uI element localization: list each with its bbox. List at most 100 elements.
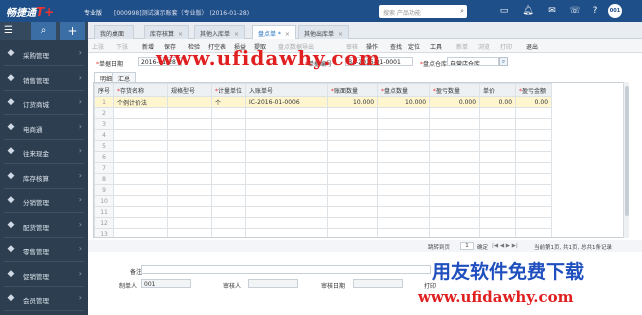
document-tab[interactable]: 其他入库单 × bbox=[194, 25, 246, 39]
toolbar-button[interactable]: 定位 bbox=[408, 42, 420, 51]
empty-cell[interactable] bbox=[327, 129, 379, 141]
empty-cell[interactable] bbox=[429, 118, 481, 130]
table-row[interactable]: 11 bbox=[94, 206, 553, 218]
empty-cell[interactable] bbox=[327, 206, 379, 218]
sidebar-item[interactable]: ◆ 分销管理 › bbox=[0, 189, 88, 213]
empty-cell[interactable] bbox=[429, 107, 481, 119]
help-icon[interactable]: ? bbox=[589, 5, 601, 17]
close-icon[interactable]: × bbox=[178, 31, 183, 38]
document-tab[interactable]: 其他出库单 × bbox=[298, 25, 350, 39]
empty-cell[interactable] bbox=[479, 217, 517, 229]
empty-cell[interactable] bbox=[429, 151, 481, 163]
empty-cell[interactable] bbox=[167, 195, 213, 207]
table-row[interactable]: 13 bbox=[94, 228, 553, 237]
empty-cell[interactable] bbox=[429, 217, 481, 229]
empty-cell[interactable] bbox=[377, 162, 431, 174]
document-tab[interactable]: 库存核算 × bbox=[144, 25, 190, 39]
column-header[interactable]: *盈亏数量 bbox=[429, 83, 481, 97]
empty-cell[interactable] bbox=[245, 118, 329, 130]
empty-cell[interactable] bbox=[479, 195, 517, 207]
empty-cell[interactable] bbox=[211, 195, 247, 207]
cell-price[interactable]: 0.00 bbox=[479, 96, 517, 108]
toolbar-button[interactable]: 新单 bbox=[456, 42, 468, 51]
empty-cell[interactable] bbox=[479, 162, 517, 174]
empty-cell[interactable] bbox=[245, 129, 329, 141]
empty-cell[interactable] bbox=[167, 107, 213, 119]
empty-cell[interactable] bbox=[327, 140, 379, 152]
memo-field[interactable] bbox=[141, 265, 431, 274]
menu-icon[interactable]: ☰ bbox=[4, 25, 13, 36]
column-header[interactable]: *存货名称 bbox=[113, 83, 169, 97]
empty-cell[interactable] bbox=[167, 206, 213, 218]
empty-cell[interactable] bbox=[429, 228, 481, 237]
empty-cell[interactable] bbox=[515, 162, 553, 174]
empty-cell[interactable] bbox=[479, 228, 517, 237]
sidebar-item[interactable]: ◆ 库存核算 › bbox=[0, 165, 88, 189]
table-row[interactable]: 9 bbox=[94, 184, 553, 196]
toolbar-button[interactable]: 上张 bbox=[92, 42, 104, 51]
table-row[interactable]: 6 bbox=[94, 151, 553, 163]
empty-cell[interactable] bbox=[327, 228, 379, 237]
sidebar-item[interactable]: ◆ 采购管理 › bbox=[0, 42, 88, 66]
empty-cell[interactable] bbox=[515, 140, 553, 152]
lookup-icon[interactable]: ⌕ bbox=[499, 57, 508, 66]
empty-cell[interactable] bbox=[245, 151, 329, 163]
empty-cell[interactable] bbox=[377, 195, 431, 207]
empty-cell[interactable] bbox=[113, 107, 169, 119]
empty-cell[interactable] bbox=[377, 217, 431, 229]
sidebar-item[interactable]: ◆ 促销管理 › bbox=[0, 263, 88, 287]
empty-cell[interactable] bbox=[429, 184, 481, 196]
empty-cell[interactable] bbox=[479, 206, 517, 218]
empty-cell[interactable] bbox=[167, 162, 213, 174]
empty-cell[interactable] bbox=[479, 151, 517, 163]
toolbar-button[interactable]: 工具 bbox=[430, 42, 442, 51]
table-row[interactable]: 10 bbox=[94, 195, 553, 207]
empty-cell[interactable] bbox=[167, 217, 213, 229]
empty-cell[interactable] bbox=[515, 228, 553, 237]
empty-cell[interactable] bbox=[113, 151, 169, 163]
column-header[interactable]: 单价 bbox=[479, 83, 517, 97]
empty-cell[interactable] bbox=[167, 140, 213, 152]
column-header[interactable]: 序号 bbox=[94, 83, 115, 97]
sidebar-add-button[interactable]: + bbox=[60, 22, 85, 40]
global-search-input[interactable]: 搜索 产品功能 ⌕ bbox=[379, 5, 467, 18]
grid-scrollbar[interactable] bbox=[623, 82, 629, 238]
subtab-summary[interactable]: 汇总 bbox=[112, 72, 137, 83]
sidebar-item[interactable]: ◆ 订货商城 › bbox=[0, 91, 88, 115]
sidebar-item[interactable]: ◆ 销售管理 › bbox=[0, 67, 88, 91]
empty-cell[interactable] bbox=[113, 162, 169, 174]
empty-cell[interactable] bbox=[113, 118, 169, 130]
sidebar-item[interactable]: ◆ 电商通 › bbox=[0, 116, 88, 140]
empty-cell[interactable] bbox=[113, 184, 169, 196]
column-header[interactable]: 规格型号 bbox=[167, 83, 213, 97]
empty-cell[interactable] bbox=[327, 195, 379, 207]
document-tab[interactable]: 盘点单 * × bbox=[252, 25, 296, 39]
empty-cell[interactable] bbox=[245, 217, 329, 229]
close-icon[interactable]: × bbox=[234, 31, 239, 38]
empty-cell[interactable] bbox=[245, 173, 329, 185]
empty-cell[interactable] bbox=[167, 228, 213, 237]
sidebar-item[interactable]: ◆ 会员管理 › bbox=[0, 287, 88, 311]
table-row[interactable]: 5 bbox=[94, 140, 553, 152]
empty-cell[interactable] bbox=[377, 129, 431, 141]
empty-cell[interactable] bbox=[167, 173, 213, 185]
empty-cell[interactable] bbox=[377, 206, 431, 218]
empty-cell[interactable] bbox=[515, 217, 553, 229]
empty-cell[interactable] bbox=[113, 228, 169, 237]
empty-cell[interactable] bbox=[515, 184, 553, 196]
empty-cell[interactable] bbox=[327, 118, 379, 130]
empty-cell[interactable] bbox=[327, 217, 379, 229]
message-icon[interactable]: ✉ bbox=[546, 5, 558, 17]
empty-cell[interactable] bbox=[211, 118, 247, 130]
empty-cell[interactable] bbox=[377, 228, 431, 237]
table-row[interactable]: 8 bbox=[94, 173, 553, 185]
sidebar-item[interactable]: ◆ 配货管理 › bbox=[0, 214, 88, 238]
empty-cell[interactable] bbox=[113, 173, 169, 185]
empty-cell[interactable] bbox=[515, 151, 553, 163]
cell-unit[interactable]: 个 bbox=[211, 96, 247, 108]
table-row[interactable]: 12 bbox=[94, 217, 553, 229]
empty-cell[interactable] bbox=[327, 184, 379, 196]
sidebar-item[interactable]: ◆ 往来现金 › bbox=[0, 140, 88, 164]
cell-name[interactable]: 个例计价法 bbox=[113, 96, 169, 108]
empty-cell[interactable] bbox=[479, 129, 517, 141]
